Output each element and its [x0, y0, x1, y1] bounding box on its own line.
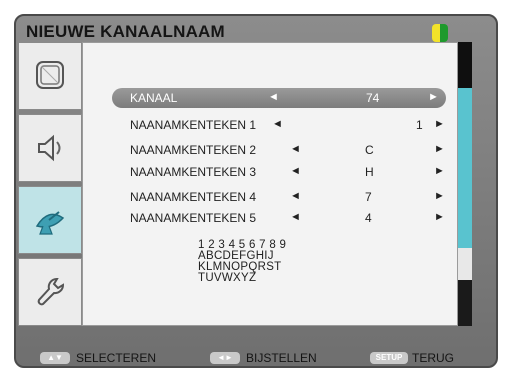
sidebar-item-channel[interactable] — [18, 186, 82, 254]
right-arrow-icon[interactable]: ► — [434, 143, 445, 155]
scrollbar[interactable] — [458, 42, 472, 326]
row-label: NAANAMKENTEKEN 3 — [130, 165, 257, 179]
back-hint: TERUG — [412, 351, 454, 365]
row-value: 4 — [365, 211, 372, 225]
right-arrow-icon[interactable]: ► — [434, 118, 445, 130]
row-char-2[interactable]: NAANAMKENTEKEN 2 ◄ C ► — [112, 140, 446, 160]
select-hint: SELECTEREN — [76, 351, 157, 365]
character-set: 1 2 3 4 5 6 7 8 9 ABCDEFGHIJ KLMNOPQRST … — [198, 239, 286, 284]
row-label: NAANAMKENTEKEN 2 — [130, 143, 257, 157]
row-value: C — [365, 143, 374, 157]
satellite-dish-icon — [35, 211, 65, 235]
right-arrow-icon[interactable]: ► — [434, 165, 445, 177]
row-label: NAANAMKENTEKEN 5 — [130, 211, 257, 225]
adjust-hint: BIJSTELLEN — [246, 351, 317, 365]
left-arrow-icon[interactable]: ◄ — [290, 190, 301, 202]
leftright-key-icon: ◄► — [210, 352, 240, 364]
row-value: 1 — [416, 118, 423, 132]
row-char-3[interactable]: NAANAMKENTEKEN 3 ◄ H ► — [112, 162, 446, 182]
row-label: NAANAMKENTEKEN 1 — [130, 118, 257, 132]
row-char-4[interactable]: NAANAMKENTEKEN 4 ◄ 7 ► — [112, 187, 446, 207]
color-badge-icon — [432, 24, 448, 42]
right-arrow-icon[interactable]: ► — [428, 91, 439, 103]
row-value: 74 — [366, 91, 380, 105]
row-char-1[interactable]: NAANAMKENTEKEN 1 ◄ 1 ► — [112, 115, 446, 135]
row-value: H — [365, 165, 374, 179]
scrollbar-thumb[interactable] — [458, 88, 472, 248]
row-value: 7 — [365, 190, 372, 204]
left-arrow-icon[interactable]: ◄ — [272, 118, 283, 130]
left-arrow-icon[interactable]: ◄ — [290, 211, 301, 223]
row-label: NAANAMKENTEKEN 4 — [130, 190, 257, 204]
sidebar-item-setup[interactable] — [18, 258, 82, 326]
sidebar — [18, 42, 82, 326]
row-char-5[interactable]: NAANAMKENTEKEN 5 ◄ 4 ► — [112, 208, 446, 228]
speaker-icon — [38, 134, 61, 162]
right-arrow-icon[interactable]: ► — [434, 211, 445, 223]
wrench-icon — [37, 278, 65, 306]
charset-line-t-z: TUVWXYZ — [198, 272, 257, 284]
updown-key-icon: ▲▼ — [40, 352, 70, 364]
sidebar-item-picture[interactable] — [18, 42, 82, 110]
left-arrow-icon[interactable]: ◄ — [290, 165, 301, 177]
left-arrow-icon[interactable]: ◄ — [290, 143, 301, 155]
row-kanaal[interactable]: KANAAL ◄ 74 ► — [112, 88, 446, 108]
page-title: NIEUWE KANAALNAAM — [26, 22, 225, 41]
right-arrow-icon[interactable]: ► — [434, 190, 445, 202]
sidebar-item-sound[interactable] — [18, 114, 82, 182]
setup-key-icon: SETUP — [370, 352, 408, 364]
screen-icon — [36, 61, 64, 89]
row-label: KANAAL — [130, 91, 178, 105]
left-arrow-icon[interactable]: ◄ — [268, 91, 279, 103]
footer-hints: ▲▼ SELECTEREN ◄► BIJSTELLEN SETUP TERUG — [14, 346, 498, 368]
